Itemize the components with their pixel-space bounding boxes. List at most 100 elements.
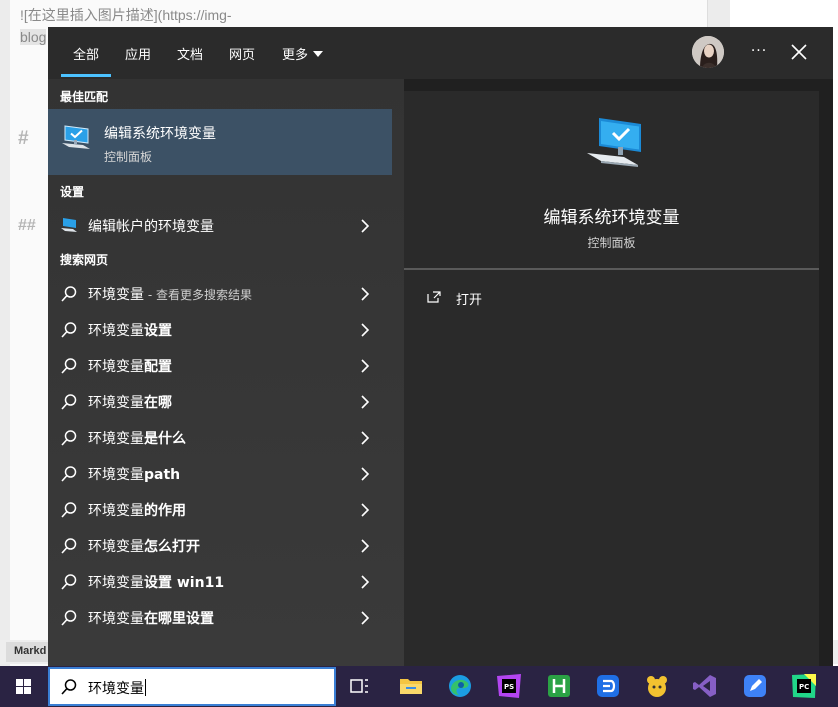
task-view-icon[interactable] bbox=[346, 672, 374, 700]
settings-item-account-env-vars[interactable]: 编辑帐户的环境变量 bbox=[48, 208, 392, 242]
best-match-item[interactable]: 编辑系统环境变量 控制面板 bbox=[48, 109, 392, 175]
dingtalk-icon[interactable] bbox=[594, 672, 622, 700]
tab-all[interactable]: 全部 bbox=[73, 44, 99, 63]
settings-item-label: 编辑帐户的环境变量 bbox=[88, 219, 214, 235]
web-result-query: 环境变量 bbox=[88, 611, 144, 627]
web-result-label: 环境变量在哪 bbox=[88, 392, 172, 412]
text-cursor bbox=[145, 679, 146, 696]
tab-web[interactable]: 网页 bbox=[229, 44, 255, 63]
user-avatar[interactable] bbox=[692, 36, 724, 68]
web-result-query: 环境变量 bbox=[88, 503, 144, 519]
edge-icon[interactable] bbox=[446, 672, 474, 700]
chevron-right-icon bbox=[360, 322, 370, 341]
web-result-query: 环境变量 bbox=[88, 395, 144, 411]
web-result-query: 环境变量 bbox=[88, 323, 144, 339]
open-action-label: 打开 bbox=[456, 293, 483, 308]
windows-logo-icon bbox=[16, 679, 31, 694]
web-result-item[interactable]: 环境变量path bbox=[48, 456, 392, 490]
chevron-right-icon bbox=[360, 502, 370, 521]
web-result-item[interactable]: 环境变量配置 bbox=[48, 348, 392, 382]
web-result-item[interactable]: 环境变量怎么打开 bbox=[48, 528, 392, 562]
web-result-query: 环境变量 bbox=[88, 359, 144, 375]
tab-apps[interactable]: 应用 bbox=[125, 44, 151, 63]
chevron-right-icon bbox=[360, 430, 370, 449]
visual-studio-icon[interactable] bbox=[691, 672, 719, 700]
search-icon bbox=[60, 465, 78, 487]
app-icon[interactable] bbox=[643, 672, 671, 700]
markdown-image-line-continued: blog bbox=[20, 29, 47, 45]
web-result-label: 环境变量配置 bbox=[88, 356, 172, 376]
computer-settings-icon bbox=[60, 124, 92, 156]
svg-text:PS: PS bbox=[504, 683, 514, 691]
web-result-item[interactable]: 环境变量在哪 bbox=[48, 384, 392, 418]
search-icon bbox=[60, 393, 78, 415]
background-heading-2: ## bbox=[18, 217, 36, 234]
preview-title: 编辑系统环境变量 bbox=[543, 208, 680, 228]
open-external-icon bbox=[426, 289, 442, 308]
web-result-query: 环境变量 bbox=[88, 287, 144, 303]
windows-search-panel: 全部 应用 文档 网页 更多 ··· 最佳匹配 编辑系统环境变量 控制面板 设置… bbox=[48, 27, 833, 667]
chevron-right-icon bbox=[360, 574, 370, 593]
hbuilder-icon[interactable] bbox=[545, 672, 573, 700]
start-button[interactable] bbox=[0, 666, 48, 707]
chevron-right-icon bbox=[360, 218, 370, 237]
chevron-down-icon bbox=[313, 51, 324, 57]
svg-text:PC: PC bbox=[799, 683, 809, 691]
chevron-right-icon bbox=[360, 538, 370, 557]
taskbar-search-input[interactable]: 环境变量 bbox=[48, 667, 336, 706]
web-result-query: 环境变量 bbox=[88, 467, 144, 483]
search-query-text: 环境变量 bbox=[88, 681, 144, 697]
open-action[interactable]: 打开 bbox=[426, 287, 806, 311]
preview-divider bbox=[404, 268, 819, 270]
web-result-item[interactable]: 环境变量在哪里设置 bbox=[48, 600, 392, 634]
web-result-query: 环境变量 bbox=[88, 539, 144, 555]
web-result-item[interactable]: 环境变量 - 查看更多搜索结果 bbox=[48, 276, 392, 310]
notes-app-icon[interactable] bbox=[741, 672, 769, 700]
web-result-suggestion: 在哪里设置 bbox=[144, 611, 214, 627]
search-icon bbox=[60, 501, 78, 523]
section-settings: 设置 bbox=[60, 185, 85, 199]
phpstorm-icon[interactable]: PS bbox=[495, 672, 523, 700]
web-result-label: 环境变量是什么 bbox=[88, 428, 186, 448]
best-match-subtitle: 控制面板 bbox=[104, 150, 153, 164]
pycharm-icon[interactable]: PC bbox=[790, 672, 818, 700]
chevron-right-icon bbox=[360, 286, 370, 305]
taskbar: 环境变量 PS PC bbox=[0, 666, 838, 707]
web-result-suggestion: 在哪 bbox=[144, 395, 172, 411]
tab-more[interactable]: 更多 bbox=[282, 44, 324, 63]
search-icon bbox=[60, 678, 78, 700]
web-result-label: 环境变量在哪里设置 bbox=[88, 608, 214, 628]
computer-settings-icon bbox=[584, 115, 644, 175]
web-result-suggestion: path bbox=[144, 467, 181, 483]
chevron-right-icon bbox=[360, 610, 370, 629]
close-icon bbox=[791, 44, 807, 60]
section-best-match: 最佳匹配 bbox=[60, 90, 109, 104]
best-match-title: 编辑系统环境变量 bbox=[104, 126, 216, 142]
tab-documents[interactable]: 文档 bbox=[177, 44, 203, 63]
web-result-label: 环境变量怎么打开 bbox=[88, 536, 200, 556]
search-icon bbox=[60, 609, 78, 631]
web-result-item[interactable]: 环境变量设置 win11 bbox=[48, 564, 392, 598]
preview-pane: 编辑系统环境变量 控制面板 打开 bbox=[404, 91, 819, 667]
web-result-item[interactable]: 环境变量设置 bbox=[48, 312, 392, 346]
search-icon bbox=[60, 573, 78, 595]
web-result-label: 环境变量path bbox=[88, 464, 180, 484]
search-input-value: 环境变量 bbox=[88, 678, 146, 698]
search-icon bbox=[60, 285, 78, 307]
web-result-item[interactable]: 环境变量是什么 bbox=[48, 420, 392, 454]
search-tab-bar: 全部 应用 文档 网页 更多 ··· bbox=[48, 27, 833, 79]
chevron-right-icon bbox=[360, 358, 370, 377]
preview-subtitle: 控制面板 bbox=[587, 236, 636, 250]
file-explorer-icon[interactable] bbox=[397, 672, 425, 700]
web-result-query: 环境变量 bbox=[88, 575, 144, 591]
tab-more-label: 更多 bbox=[282, 48, 309, 63]
section-web-search: 搜索网页 bbox=[60, 253, 109, 267]
web-result-item[interactable]: 环境变量的作用 bbox=[48, 492, 392, 526]
web-result-suggestion: 是什么 bbox=[144, 431, 186, 447]
web-result-suggestion: 设置 bbox=[144, 323, 172, 339]
markdown-image-line: ![在这里插入图片描述](https://img- bbox=[20, 7, 232, 23]
preview-column: 编辑系统环境变量 控制面板 打开 bbox=[404, 79, 833, 667]
close-button[interactable] bbox=[787, 39, 811, 65]
computer-settings-icon bbox=[60, 217, 78, 237]
more-options-button[interactable]: ··· bbox=[748, 39, 770, 63]
